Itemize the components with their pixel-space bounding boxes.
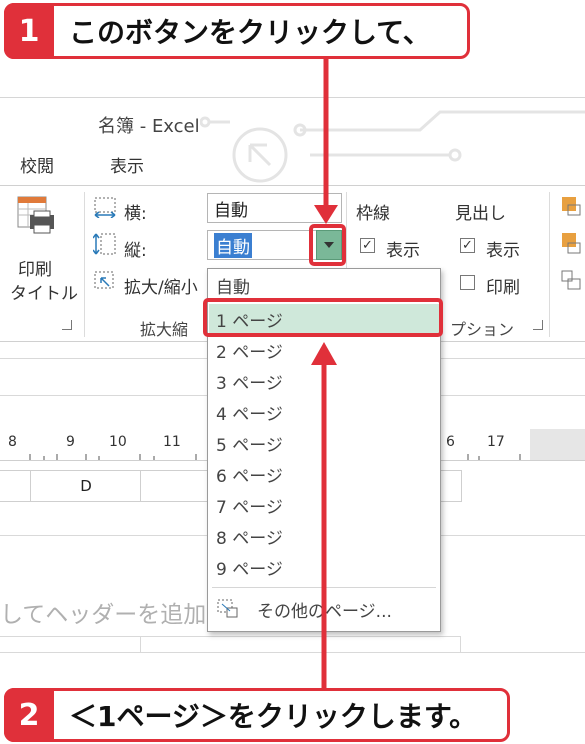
callout-step-2-text: ＜1ページ＞をクリックします。 bbox=[69, 700, 478, 733]
annotation-arrows bbox=[311, 58, 338, 690]
arrow-down-icon bbox=[314, 205, 338, 224]
callout-step-2-number: 2 bbox=[4, 688, 54, 742]
callout-step-1-text: このボタンをクリックして、 bbox=[69, 16, 431, 49]
callout-step-1-number: 1 bbox=[4, 3, 54, 59]
arrow-up-icon bbox=[311, 342, 337, 365]
callout-step-1: 1 このボタンをクリックして、 bbox=[4, 3, 470, 59]
callout-step-2: 2 ＜1ページ＞をクリックします。 bbox=[4, 688, 510, 742]
